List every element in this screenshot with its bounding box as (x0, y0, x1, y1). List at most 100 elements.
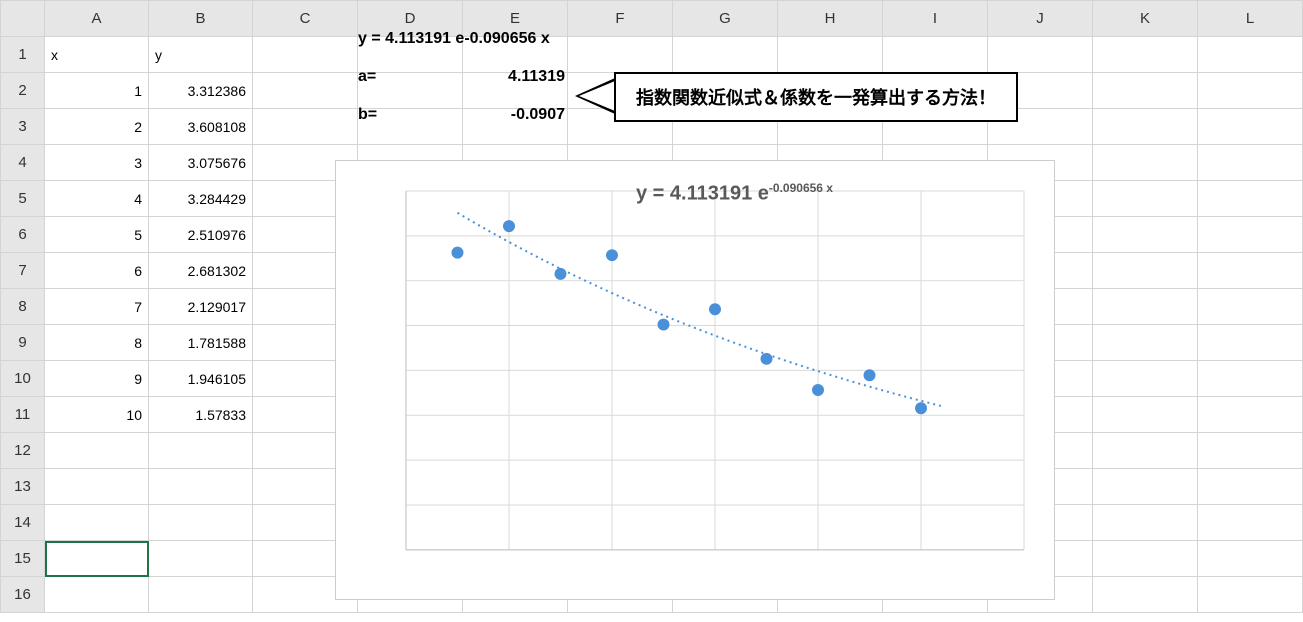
cell-I1[interactable] (883, 37, 988, 73)
cell-C1[interactable] (253, 37, 358, 73)
cell-H1[interactable] (778, 37, 883, 73)
cell-A7[interactable]: 6 (45, 253, 149, 289)
cell-A13[interactable] (45, 469, 149, 505)
col-header-H[interactable]: H (778, 1, 883, 37)
cell-B4[interactable]: 3.075676 (149, 145, 253, 181)
cell-B11[interactable]: 1.57833 (149, 397, 253, 433)
cell-B6[interactable]: 2.510976 (149, 217, 253, 253)
cell-K1[interactable] (1093, 37, 1198, 73)
cell-A3[interactable]: 2 (45, 109, 149, 145)
cell-A14[interactable] (45, 505, 149, 541)
cell-A10[interactable]: 9 (45, 361, 149, 397)
row-header-9[interactable]: 9 (1, 325, 45, 361)
cell-L2[interactable] (1198, 73, 1303, 109)
cell-L10[interactable] (1198, 361, 1303, 397)
row-header-13[interactable]: 13 (1, 469, 45, 505)
cell-K12[interactable] (1093, 433, 1198, 469)
row-header-6[interactable]: 6 (1, 217, 45, 253)
cell-B9[interactable]: 1.781588 (149, 325, 253, 361)
cell-B8[interactable]: 2.129017 (149, 289, 253, 325)
row-header-11[interactable]: 11 (1, 397, 45, 433)
cell-K7[interactable] (1093, 253, 1198, 289)
cell-B3[interactable]: 3.608108 (149, 109, 253, 145)
row-header-15[interactable]: 15 (1, 541, 45, 577)
cell-C3[interactable] (253, 109, 358, 145)
cell-B5[interactable]: 3.284429 (149, 181, 253, 217)
col-header-K[interactable]: K (1093, 1, 1198, 37)
cell-J1[interactable] (988, 37, 1093, 73)
row-header-2[interactable]: 2 (1, 73, 45, 109)
cell-L1[interactable] (1198, 37, 1303, 73)
cell-A4[interactable]: 3 (45, 145, 149, 181)
cell-L12[interactable] (1198, 433, 1303, 469)
cell-L4[interactable] (1198, 145, 1303, 181)
row-header-14[interactable]: 14 (1, 505, 45, 541)
cell-A5[interactable]: 4 (45, 181, 149, 217)
cell-B10[interactable]: 1.946105 (149, 361, 253, 397)
row-header-8[interactable]: 8 (1, 289, 45, 325)
row-header-1[interactable]: 1 (1, 37, 45, 73)
cell-K4[interactable] (1093, 145, 1198, 181)
cell-L3[interactable] (1198, 109, 1303, 145)
cell-B2[interactable]: 3.312386 (149, 73, 253, 109)
cell-L9[interactable] (1198, 325, 1303, 361)
cell-K5[interactable] (1093, 181, 1198, 217)
cell-A12[interactable] (45, 433, 149, 469)
cell-B13[interactable] (149, 469, 253, 505)
cell-A15[interactable] (45, 541, 149, 577)
row-header-5[interactable]: 5 (1, 181, 45, 217)
cell-K9[interactable] (1093, 325, 1198, 361)
col-header-C[interactable]: C (253, 1, 358, 37)
cell-A6[interactable]: 5 (45, 217, 149, 253)
cell-L8[interactable] (1198, 289, 1303, 325)
cell-K3[interactable] (1093, 109, 1198, 145)
row-header-16[interactable]: 16 (1, 577, 45, 613)
cell-B16[interactable] (149, 577, 253, 613)
cell-L5[interactable] (1198, 181, 1303, 217)
cell-B7[interactable]: 2.681302 (149, 253, 253, 289)
cell-K14[interactable] (1093, 505, 1198, 541)
cell-B12[interactable] (149, 433, 253, 469)
cell-K13[interactable] (1093, 469, 1198, 505)
cell-B15[interactable] (149, 541, 253, 577)
cell-C2[interactable] (253, 73, 358, 109)
cell-L16[interactable] (1198, 577, 1303, 613)
cell-A1[interactable]: x (45, 37, 149, 73)
row-header-7[interactable]: 7 (1, 253, 45, 289)
cell-A16[interactable] (45, 577, 149, 613)
cell-K10[interactable] (1093, 361, 1198, 397)
cell-B1[interactable]: y (149, 37, 253, 73)
row-header-3[interactable]: 3 (1, 109, 45, 145)
col-header-I[interactable]: I (883, 1, 988, 37)
cell-G1[interactable] (673, 37, 778, 73)
col-header-F[interactable]: F (568, 1, 673, 37)
cell-K2[interactable] (1093, 73, 1198, 109)
col-header-A[interactable]: A (45, 1, 149, 37)
cell-A11[interactable]: 10 (45, 397, 149, 433)
cell-A8[interactable]: 7 (45, 289, 149, 325)
select-all-corner[interactable] (1, 1, 45, 37)
cell-A2[interactable]: 1 (45, 73, 149, 109)
cell-K11[interactable] (1093, 397, 1198, 433)
cell-K8[interactable] (1093, 289, 1198, 325)
cell-B14[interactable] (149, 505, 253, 541)
row-header-12[interactable]: 12 (1, 433, 45, 469)
col-header-B[interactable]: B (149, 1, 253, 37)
cell-K16[interactable] (1093, 577, 1198, 613)
cell-K15[interactable] (1093, 541, 1198, 577)
cell-L13[interactable] (1198, 469, 1303, 505)
col-header-G[interactable]: G (673, 1, 778, 37)
cell-L6[interactable] (1198, 217, 1303, 253)
row-header-4[interactable]: 4 (1, 145, 45, 181)
cell-K6[interactable] (1093, 217, 1198, 253)
cell-F1[interactable] (568, 37, 673, 73)
cell-L14[interactable] (1198, 505, 1303, 541)
cell-A9[interactable]: 8 (45, 325, 149, 361)
row-header-10[interactable]: 10 (1, 361, 45, 397)
scatter-chart[interactable]: 00.511.522.533.54024681012 y = 4.113191 … (335, 160, 1055, 600)
cell-L7[interactable] (1198, 253, 1303, 289)
cell-L15[interactable] (1198, 541, 1303, 577)
cell-L11[interactable] (1198, 397, 1303, 433)
col-header-L[interactable]: L (1198, 1, 1303, 37)
col-header-J[interactable]: J (988, 1, 1093, 37)
